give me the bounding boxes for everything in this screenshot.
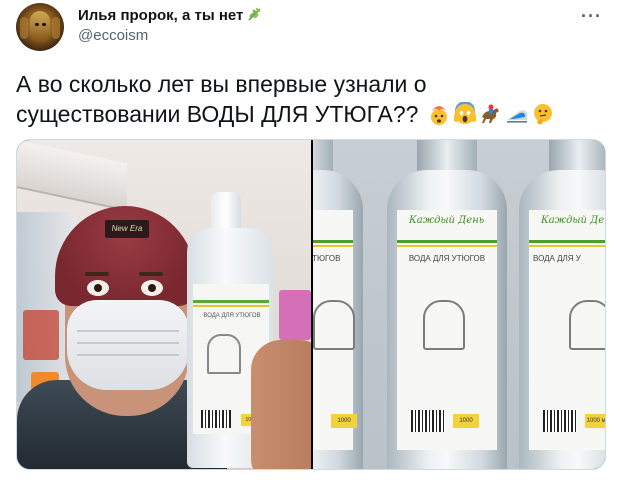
tweet: Илья пророк, а ты нет @eccoism ··· А во … (0, 0, 620, 484)
volume-badge: 1000 мл (585, 414, 605, 428)
handle[interactable]: @eccoism (78, 27, 148, 44)
photo-selfie[interactable]: New Era ВОДА ДЛЯ УТЮГОВ 1000 (17, 140, 311, 469)
bottle: Каждый День ВОДА ДЛЯ У 1000 мл (519, 140, 605, 469)
herb-icon (247, 6, 263, 26)
tweet-text-line-2-text: существовании ВОДЫ ДЛЯ УТЮГА?? (16, 101, 419, 127)
volume-badge: 1000 (331, 414, 357, 428)
bottle-cap (211, 192, 241, 232)
volume-badge: 1000 (453, 414, 479, 428)
iron-icon (423, 300, 465, 350)
shelf-product (279, 290, 311, 340)
eyebrow (139, 272, 163, 276)
bottle-label-text: ВОДА ДЛЯ УТЮГОВ (408, 254, 486, 263)
ceiling-lamp (17, 140, 127, 212)
tweet-text: А во сколько лет вы впервые узнали о сущ… (16, 69, 606, 129)
hat-logo: New Era (105, 220, 149, 238)
more-options-icon[interactable]: ··· (581, 6, 602, 27)
horse-racing-icon (479, 102, 503, 126)
tweet-media[interactable]: New Era ВОДА ДЛЯ УТЮГОВ 1000 (16, 139, 606, 470)
iron-icon (313, 300, 355, 350)
brand-logo: Каждый День (409, 215, 485, 226)
screaming-face-icon (453, 101, 477, 126)
brand-logo: Каждый День (541, 215, 605, 226)
bottle-label-text: УТЮГОВ (313, 254, 341, 263)
barcode (411, 410, 445, 432)
eyebrow (85, 272, 109, 276)
bottle: УТЮГОВ 1000 (313, 140, 363, 469)
display-name-text[interactable]: Илья пророк, а ты нет (78, 7, 243, 24)
hand (251, 340, 311, 469)
barcode (543, 410, 577, 432)
shelf-product (23, 310, 59, 360)
thinking-face-icon (531, 102, 555, 126)
photo-shelf-bottles[interactable]: УТЮГОВ 1000 Каждый День ВОДА ДЛЯ УТЮГОВ … (313, 140, 605, 469)
iron-icon (569, 300, 605, 350)
iron-icon (207, 334, 241, 374)
tweet-text-line-2: существовании ВОДЫ ДЛЯ УТЮГА?? (16, 99, 606, 129)
display-name[interactable]: Илья пророк, а ты нет (78, 6, 263, 26)
bullet-train-icon (505, 102, 529, 126)
label-stripe (193, 300, 269, 303)
barcode (201, 410, 231, 428)
bottle-label-text: ВОДА ДЛЯ У (533, 254, 581, 263)
eye (87, 280, 109, 296)
avatar[interactable] (16, 3, 64, 51)
tweet-text-line-1: А во сколько лет вы впервые узнали о (16, 71, 427, 97)
bottle-label-text: ВОДА ДЛЯ УТЮГОВ (203, 313, 261, 319)
face-mask (67, 300, 189, 390)
bottle: Каждый День ВОДА ДЛЯ УТЮГОВ 1000 (387, 140, 507, 469)
exploding-head-icon (427, 102, 451, 126)
eye (141, 280, 163, 296)
label-stripe (193, 305, 269, 307)
